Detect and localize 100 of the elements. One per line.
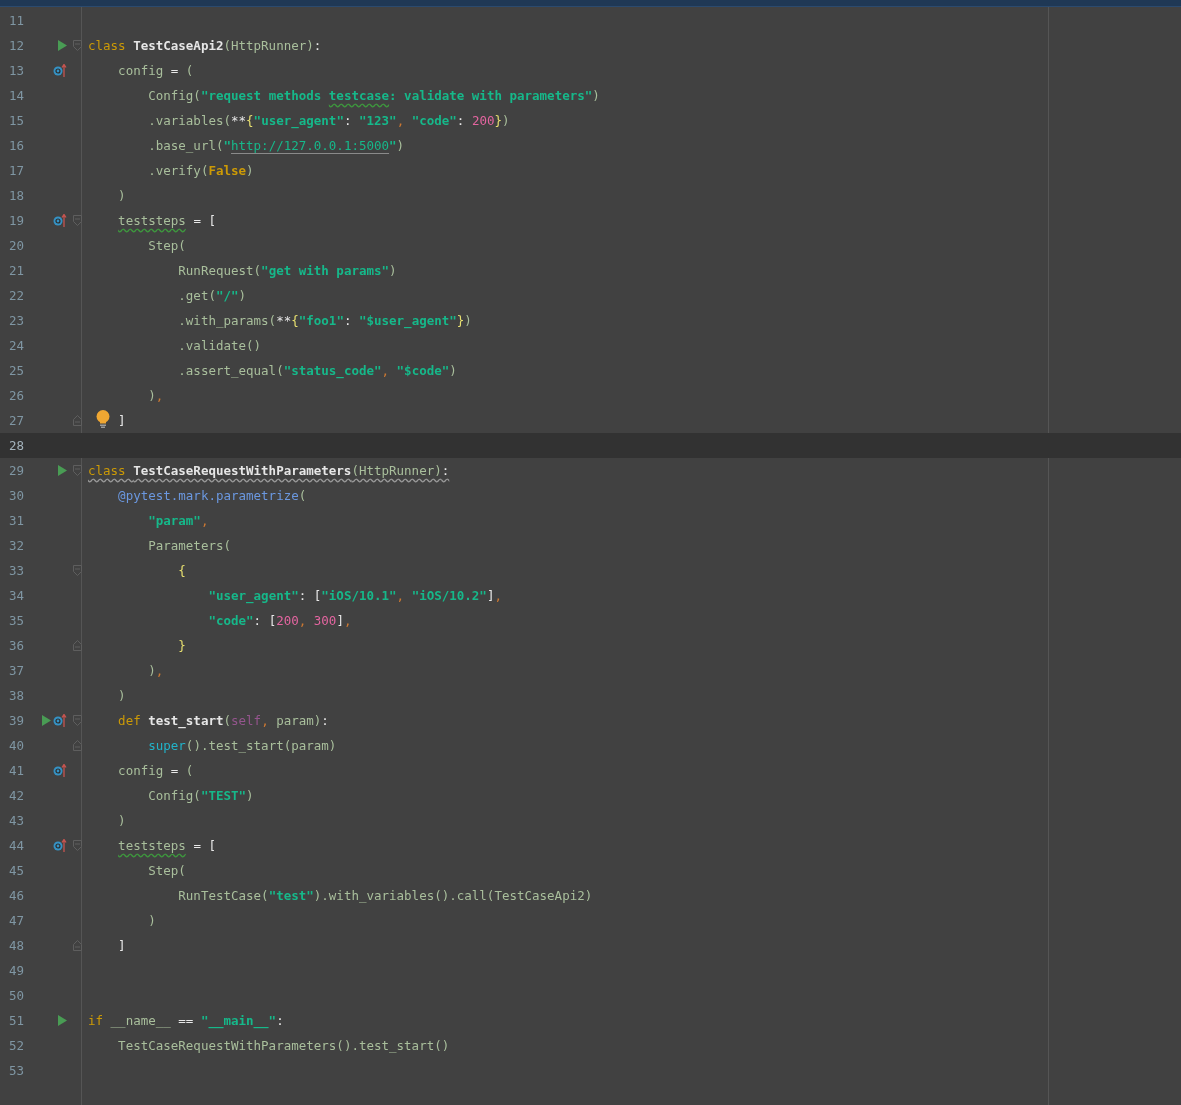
line-number: 12 xyxy=(8,38,26,53)
fold-marker-icon[interactable] xyxy=(72,40,82,51)
circle-up-arrow-icon[interactable] xyxy=(53,214,67,227)
code-line: super().test_start(param) xyxy=(147,738,337,753)
code-line: "user_agent": ["iOS/10.1", "iOS/10.2"], xyxy=(207,588,502,603)
line-number: 46 xyxy=(8,888,26,903)
code-line: ) xyxy=(117,688,126,703)
line-number: 24 xyxy=(8,338,26,353)
line-number: 30 xyxy=(8,488,26,503)
code-line: .assert_equal("status_code", "$code") xyxy=(177,363,457,378)
fold-marker-icon[interactable] xyxy=(72,740,82,751)
code-line: "code": [200, 300], xyxy=(207,613,352,628)
line-number: 18 xyxy=(8,188,26,203)
code-line: { xyxy=(177,563,186,578)
code-line: TestCaseRequestWithParameters().test_start() xyxy=(117,1038,450,1053)
code-line: teststeps = [ xyxy=(117,213,216,228)
line-number: 49 xyxy=(8,963,26,978)
run-icon[interactable] xyxy=(42,715,51,726)
line-number: 39 xyxy=(8,713,26,728)
line-number: 44 xyxy=(8,838,26,853)
code-line: if __name__ == "__main__": xyxy=(87,1013,284,1028)
line-number: 41 xyxy=(8,763,26,778)
code-line: ) xyxy=(117,188,126,203)
code-line: ) xyxy=(117,813,126,828)
run-icon[interactable] xyxy=(58,1015,67,1026)
line-number: 16 xyxy=(8,138,26,153)
line-number: 22 xyxy=(8,288,26,303)
code-line: } xyxy=(177,638,186,653)
line-number: 35 xyxy=(8,613,26,628)
code-line: .validate() xyxy=(177,338,262,353)
line-number: 43 xyxy=(8,813,26,828)
fold-marker-icon[interactable] xyxy=(72,640,82,651)
fold-marker-icon[interactable] xyxy=(72,715,82,726)
code-line: @pytest.mark.parametrize( xyxy=(117,488,307,503)
run-icon[interactable] xyxy=(58,40,67,51)
line-number: 33 xyxy=(8,563,26,578)
line-number: 17 xyxy=(8,163,26,178)
lightbulb-icon[interactable] xyxy=(96,410,110,428)
line-number: 27 xyxy=(8,413,26,428)
line-number: 28 xyxy=(8,438,26,453)
fold-marker-icon[interactable] xyxy=(72,840,82,851)
line-number: 14 xyxy=(8,88,26,103)
circle-up-arrow-icon[interactable] xyxy=(53,764,67,777)
code-line: class TestCaseApi2(HttpRunner): xyxy=(87,38,322,53)
code-line: ), xyxy=(147,388,164,403)
code-line: RunRequest("get with params") xyxy=(177,263,397,278)
run-icon[interactable] xyxy=(58,465,67,476)
line-number: 32 xyxy=(8,538,26,553)
circle-up-arrow-icon[interactable] xyxy=(53,839,67,852)
line-number: 29 xyxy=(8,463,26,478)
line-number: 48 xyxy=(8,938,26,953)
code-line: config = ( xyxy=(117,63,194,78)
fold-marker-icon[interactable] xyxy=(72,465,82,476)
line-number: 20 xyxy=(8,238,26,253)
line-number: 40 xyxy=(8,738,26,753)
fold-marker-icon[interactable] xyxy=(72,415,82,426)
code-line: Config("request methods testcase: validate with parameters") xyxy=(147,88,600,103)
code-line: def test_start(self, param): xyxy=(117,713,329,728)
code-line: RunTestCase("test").with_variables().call(TestCaseApi2) xyxy=(177,888,593,903)
line-number: 11 xyxy=(8,13,26,28)
line-number: 25 xyxy=(8,363,26,378)
code-line: class TestCaseRequestWithParameters(HttpRunner): xyxy=(87,463,450,478)
line-number: 38 xyxy=(8,688,26,703)
line-number: 45 xyxy=(8,863,26,878)
circle-up-arrow-icon[interactable] xyxy=(53,714,67,727)
line-number: 37 xyxy=(8,663,26,678)
line-number: 26 xyxy=(8,388,26,403)
line-number: 34 xyxy=(8,588,26,603)
line-number: 42 xyxy=(8,788,26,803)
line-number: 13 xyxy=(8,63,26,78)
code-line: .verify(False) xyxy=(147,163,254,178)
line-number: 50 xyxy=(8,988,26,1003)
code-line: .variables(**{"user_agent": "123", "code": 200}) xyxy=(147,113,510,128)
code-line: .with_params(**{"foo1": "$user_agent"}) xyxy=(177,313,472,328)
line-number: 51 xyxy=(8,1013,26,1028)
fold-marker-icon[interactable] xyxy=(72,215,82,226)
fold-marker-icon[interactable] xyxy=(72,565,82,576)
code-line: ] xyxy=(87,413,126,428)
circle-up-arrow-icon[interactable] xyxy=(53,64,67,77)
code-line: ), xyxy=(147,663,164,678)
code-line: Parameters( xyxy=(147,538,231,553)
line-number: 31 xyxy=(8,513,26,528)
code-line: config = ( xyxy=(117,763,194,778)
line-number: 53 xyxy=(8,1063,26,1078)
code-line: "param", xyxy=(147,513,209,528)
code-line: Step( xyxy=(147,238,186,253)
line-number: 47 xyxy=(8,913,26,928)
line-number: 36 xyxy=(8,638,26,653)
line-number: 19 xyxy=(8,213,26,228)
fold-marker-icon[interactable] xyxy=(72,940,82,951)
code-line: ] xyxy=(117,938,126,953)
line-number: 21 xyxy=(8,263,26,278)
code-line: .base_url("http://127.0.0.1:5000") xyxy=(147,138,405,153)
line-number: 15 xyxy=(8,113,26,128)
code-line: Config("TEST") xyxy=(147,788,254,803)
code-line: .get("/") xyxy=(177,288,247,303)
code-line: teststeps = [ xyxy=(117,838,216,853)
code-line: Step( xyxy=(147,863,186,878)
code-line: ) xyxy=(147,913,156,928)
line-number: 52 xyxy=(8,1038,26,1053)
